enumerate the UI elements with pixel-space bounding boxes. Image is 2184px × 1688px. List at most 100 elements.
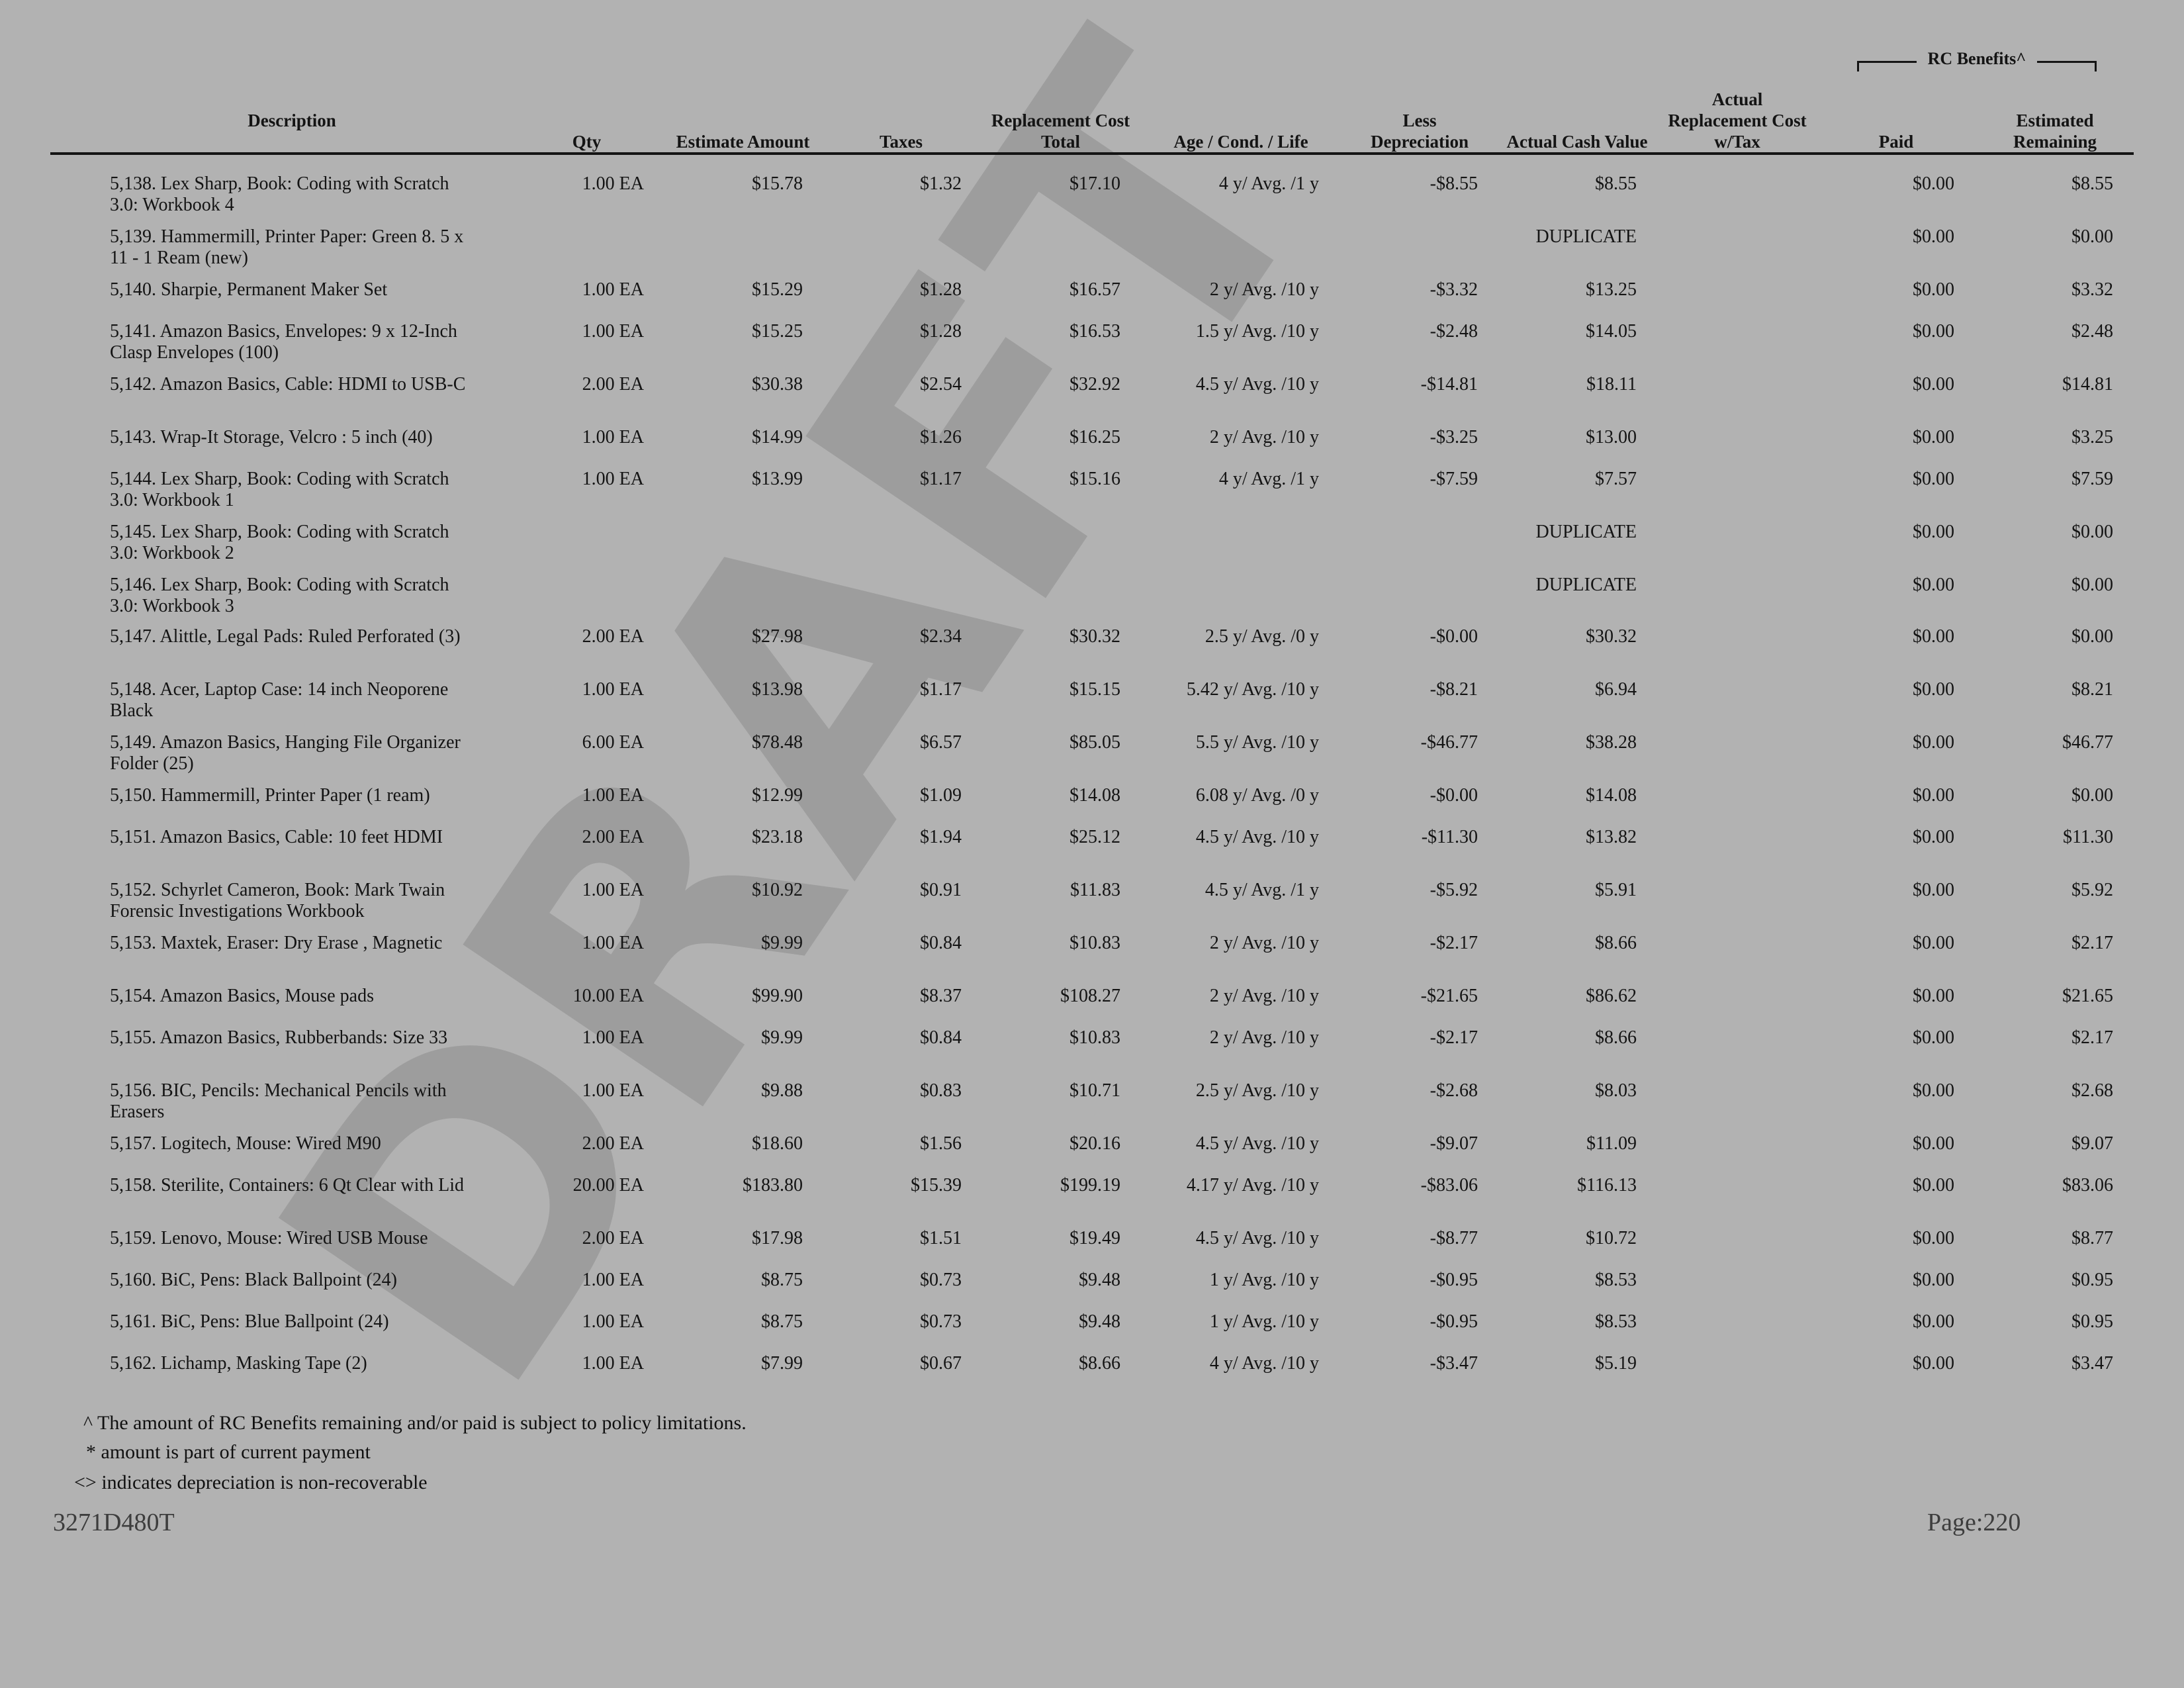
rc-benefits-label: RC Benefits^ — [1927, 49, 2026, 68]
estimate-amount-cell: $9.99 — [761, 933, 803, 953]
description-cell: 5,148. Acer, Laptop Case: 14 inch Neopor… — [110, 679, 449, 721]
estimate-amount-cell: $15.78 — [752, 173, 803, 194]
rc-bracket-right — [2037, 61, 2097, 63]
col-header-taxes: Taxes — [860, 131, 942, 152]
qty-cell: 2.00 EA — [582, 374, 644, 395]
taxes-cell: $2.54 — [920, 374, 962, 395]
rc-bracket-left — [1857, 61, 1917, 63]
description-cell: 5,162. Lichamp, Masking Tape (2) — [110, 1353, 367, 1374]
taxes-cell: $1.94 — [920, 827, 962, 847]
paid-cell: $0.00 — [1913, 1175, 1954, 1196]
paid-cell: $0.00 — [1913, 374, 1954, 395]
replacement-cost-total-cell: $17.10 — [1069, 173, 1120, 194]
description-cell: 5,149. Amazon Basics, Hanging File Organ… — [110, 732, 461, 774]
qty-cell: 2.00 EA — [582, 1228, 644, 1248]
estimate-amount-cell: $183.80 — [743, 1175, 803, 1196]
replacement-cost-total-cell: $19.49 — [1069, 1228, 1120, 1248]
col-header-paid-text: Paid — [1878, 132, 1914, 152]
taxes-cell: $15.39 — [911, 1175, 962, 1196]
replacement-cost-total-cell: $11.83 — [1070, 880, 1120, 900]
description-cell: 5,154. Amazon Basics, Mouse pads — [110, 986, 374, 1006]
description-cell: 5,161. BiC, Pens: Blue Ballpoint (24) — [110, 1311, 389, 1332]
taxes-cell: $8.37 — [920, 986, 962, 1006]
replacement-cost-total-cell: $30.32 — [1069, 626, 1120, 647]
age-cond-life-cell: 4.5 y/ Avg. /10 y — [1195, 1228, 1319, 1248]
age-cond-life-cell: 6.08 y/ Avg. /0 y — [1195, 785, 1319, 806]
taxes-cell: $1.26 — [920, 427, 962, 447]
estimate-amount-cell: $27.98 — [752, 626, 803, 647]
actual-cash-value-cell: $6.94 — [1595, 679, 1637, 700]
qty-cell: 1.00 EA — [582, 279, 644, 300]
less-depreciation-cell: -$8.77 — [1430, 1228, 1478, 1248]
age-cond-life-cell: 4.5 y/ Avg. /1 y — [1205, 880, 1319, 900]
age-cond-life-cell: 2.5 y/ Avg. /10 y — [1195, 1080, 1319, 1101]
qty-cell: 10.00 EA — [572, 986, 644, 1006]
description-cell: 5,146. Lex Sharp, Book: Coding with Scra… — [110, 575, 449, 616]
paid-cell: $0.00 — [1913, 933, 1954, 953]
less-depreciation-cell: -$2.17 — [1430, 933, 1478, 953]
qty-cell: 2.00 EA — [582, 626, 644, 647]
replacement-cost-total-cell: $10.71 — [1069, 1080, 1120, 1101]
qty-cell: 1.00 EA — [582, 173, 644, 194]
age-cond-life-cell: 5.42 y/ Avg. /10 y — [1186, 679, 1319, 700]
col-header-rc-total-line2: Total — [1040, 132, 1081, 152]
col-header-replacement-cost-total: Replacement Cost Total — [973, 110, 1148, 152]
paid-cell: $0.00 — [1913, 321, 1954, 342]
age-cond-life-cell: 2 y/ Avg. /10 y — [1209, 427, 1319, 447]
taxes-cell: $0.73 — [920, 1270, 962, 1290]
qty-cell: 1.00 EA — [582, 880, 644, 900]
taxes-cell: $6.57 — [920, 732, 962, 753]
paid-cell: $0.00 — [1913, 173, 1954, 194]
replacement-cost-total-cell: $16.25 — [1069, 427, 1120, 447]
taxes-cell: $0.91 — [920, 880, 962, 900]
less-depreciation-cell: -$11.30 — [1421, 827, 1478, 847]
description-cell: 5,158. Sterilite, Containers: 6 Qt Clear… — [110, 1175, 465, 1196]
estimate-amount-cell: $23.18 — [752, 827, 803, 847]
taxes-cell: $1.17 — [920, 469, 962, 489]
estimate-page: DRAFT RC Benefits^ Description Qty Estim… — [0, 0, 2184, 1688]
paid-cell: $0.00 — [1913, 732, 1954, 753]
actual-cash-value-cell: $10.72 — [1586, 1228, 1637, 1248]
qty-cell: 1.00 EA — [582, 933, 644, 953]
estimated-remaining-cell: $21.65 — [2062, 986, 2113, 1006]
qty-cell: 1.00 EA — [582, 427, 644, 447]
less-depreciation-cell: -$3.32 — [1430, 279, 1478, 300]
less-depreciation-cell: -$2.48 — [1430, 321, 1478, 342]
col-header-actual-replacement-cost: Actual Replacement Cost w/Tax — [1655, 89, 1820, 152]
estimated-remaining-cell: $83.06 — [2062, 1175, 2113, 1196]
age-cond-life-cell: 4 y/ Avg. /1 y — [1218, 469, 1319, 489]
paid-cell: $0.00 — [1913, 522, 1954, 542]
paid-cell: $0.00 — [1913, 1270, 1954, 1290]
estimated-remaining-cell: $2.17 — [2071, 1027, 2113, 1048]
rc-bracket-tick-left — [1857, 61, 1859, 71]
taxes-cell: $0.83 — [920, 1080, 962, 1101]
taxes-cell: $2.34 — [920, 626, 962, 647]
paid-cell: $0.00 — [1913, 1228, 1954, 1248]
paid-cell: $0.00 — [1913, 279, 1954, 300]
qty-cell: 1.00 EA — [582, 321, 644, 342]
actual-cash-value-cell: $8.66 — [1595, 1027, 1637, 1048]
actual-cash-value-cell: $116.13 — [1577, 1175, 1637, 1196]
actual-cash-value-cell: DUPLICATE — [1535, 226, 1637, 247]
paid-cell: $0.00 — [1913, 626, 1954, 647]
estimated-remaining-cell: $8.55 — [2071, 173, 2113, 194]
col-header-arc-line2: Replacement Cost — [1668, 111, 1807, 130]
taxes-cell: $1.28 — [920, 321, 962, 342]
col-header-estimated-remaining: Estimated Remaining — [1992, 110, 2118, 152]
description-cell: 5,142. Amazon Basics, Cable: HDMI to USB… — [110, 374, 466, 395]
paid-cell: $0.00 — [1913, 880, 1954, 900]
less-depreciation-cell: -$2.68 — [1430, 1080, 1478, 1101]
estimate-amount-cell: $8.75 — [761, 1270, 803, 1290]
actual-cash-value-cell: $8.55 — [1595, 173, 1637, 194]
description-cell: 5,151. Amazon Basics, Cable: 10 feet HDM… — [110, 827, 443, 847]
replacement-cost-total-cell: $108.27 — [1060, 986, 1120, 1006]
description-cell: 5,138. Lex Sharp, Book: Coding with Scra… — [110, 173, 449, 215]
col-header-arc-line1: Actual — [1711, 89, 1763, 109]
taxes-cell: $1.28 — [920, 279, 962, 300]
paid-cell: $0.00 — [1913, 427, 1954, 447]
paid-cell: $0.00 — [1913, 1353, 1954, 1374]
paid-cell: $0.00 — [1913, 469, 1954, 489]
description-cell: 5,140. Sharpie, Permanent Maker Set — [110, 279, 388, 300]
less-depreciation-cell: -$14.81 — [1420, 374, 1478, 395]
estimated-remaining-cell: $7.59 — [2071, 469, 2113, 489]
